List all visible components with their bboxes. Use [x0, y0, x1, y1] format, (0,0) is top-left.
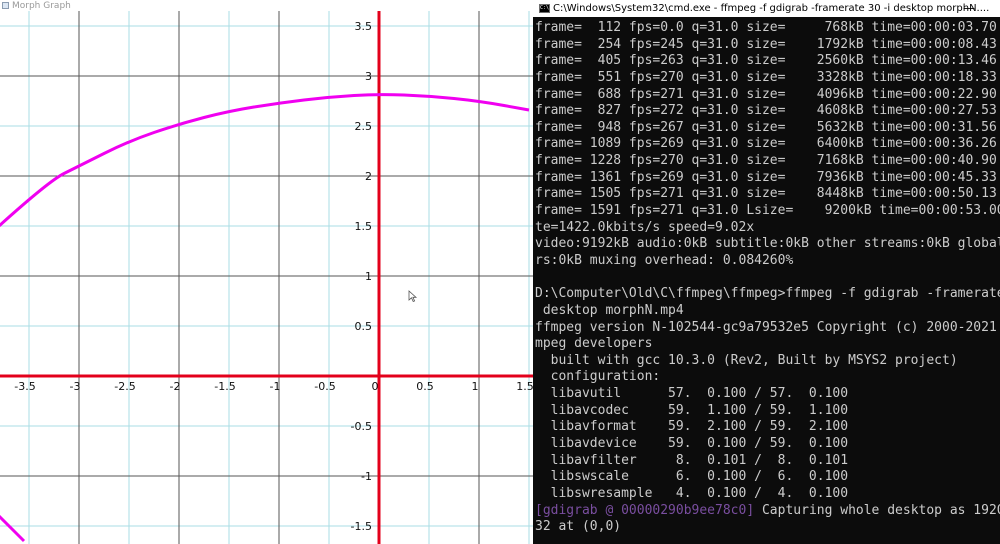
x-tick-label: -1.5 — [214, 380, 235, 393]
x-tick-label: 1 — [472, 380, 479, 393]
console-output[interactable]: frame= 112 fps=0.0 q=31.0 size= 768kB ti… — [533, 17, 1000, 536]
console-line: desktop morphN.mp4 — [535, 302, 684, 318]
console-line: frame= 254 fps=245 q=31.0 size= 1792kB t… — [535, 36, 997, 52]
x-tick-label: -3 — [70, 380, 81, 393]
cmd-app-icon: C:\ — [539, 4, 550, 13]
console-line: built with gcc 10.3.0 (Rev2, Built by MS… — [535, 352, 958, 368]
console-title-bar[interactable]: C:\ C:\Windows\System32\cmd.exe - ffmpeg… — [533, 0, 1000, 17]
mouse-pointer-icon — [408, 290, 418, 303]
console-line: libavfilter 8. 0.101 / 8. 0.101 — [535, 452, 849, 468]
console-line: libavdevice 59. 0.100 / 59. 0.100 — [535, 436, 849, 452]
minor-grid — [0, 0, 533, 544]
major-grid — [0, 0, 533, 544]
console-line: frame= 1228 fps=270 q=31.0 size= 7168kB … — [535, 153, 997, 169]
console-line: rs:0kB muxing overhead: 0.084260% — [535, 252, 794, 268]
console-line: libavcodec 59. 1.100 / 59. 1.100 — [535, 402, 849, 418]
y-tick-label: 2 — [365, 170, 372, 183]
console-line: frame= 112 fps=0.0 q=31.0 size= 768kB ti… — [535, 20, 997, 35]
y-tick-label: 0.5 — [355, 320, 373, 333]
console-warning-line: [gdigrab @ 00000290b9ee78c0] Capturing w… — [535, 503, 1000, 520]
x-tick-label: -2.5 — [114, 380, 135, 393]
console-line: libavutil 57. 0.100 / 57. 0.100 — [535, 386, 849, 402]
warning-text: Capturing whole desktop as 1920 — [754, 502, 1000, 518]
console-line: frame= 1591 fps=271 q=31.0 Lsize= 9200kB… — [535, 203, 1000, 219]
x-tick-label: -3.5 — [14, 380, 35, 393]
console-line: configuration: — [535, 369, 661, 385]
x-tick-label: 0.5 — [416, 380, 434, 393]
console-line: mpeg developers — [535, 336, 653, 352]
x-tick-label: -1 — [270, 380, 281, 393]
console-line: 32 at (0,0) — [535, 519, 622, 535]
axes — [0, 0, 533, 544]
console-line: video:9192kB audio:0kB subtitle:0kB othe… — [535, 236, 1000, 252]
y-tick-label: -1.5 — [351, 520, 372, 533]
console-line: frame= 948 fps=267 q=31.0 size= 5632kB t… — [535, 119, 997, 135]
graph-canvas[interactable]: -3.5 -3 -2.5 -2 -1.5 -1 -0.5 0 0.5 1 1.5 3.5 3 2.5 2 1.… — [0, 0, 533, 544]
console-line: frame= 405 fps=263 q=31.0 size= 2560kB t… — [535, 53, 997, 69]
y-tick-label: 1 — [365, 270, 372, 283]
morph-graph-window: Morph Graph -3.5 -3 -2.5 -2 -1.5 -1 -0.5 0 0.5 1 1… — [0, 0, 533, 544]
cmd-console-window: C:\ C:\Windows\System32\cmd.exe - ffmpeg… — [533, 0, 1000, 544]
y-tick-label: -1 — [361, 470, 372, 483]
x-tick-label: -2 — [170, 380, 181, 393]
minimize-button[interactable]: — — [962, 1, 976, 15]
console-line: frame= 1089 fps=269 q=31.0 size= 6400kB … — [535, 136, 997, 152]
console-line: libavformat 59. 2.100 / 59. 2.100 — [535, 419, 849, 435]
app-window-icon — [2, 2, 9, 9]
console-line: ffmpeg version N-102544-gc9a79532e5 Copy… — [535, 319, 997, 335]
warning-prefix: [gdigrab @ 00000290b9ee78c0] — [535, 502, 755, 518]
console-line: frame= 688 fps=271 q=31.0 size= 4096kB t… — [535, 86, 997, 102]
y-tick-label: 3.5 — [355, 20, 373, 33]
y-tick-label: -0.5 — [351, 420, 372, 433]
console-window-title: C:\Windows\System32\cmd.exe - ffmpeg -f … — [553, 3, 990, 14]
y-tick-label: 1.5 — [355, 220, 373, 233]
graph-window-title: Morph Graph — [12, 0, 71, 11]
morph-curve-lower — [0, 514, 26, 543]
console-line: libswresample 4. 0.100 / 4. 0.100 — [535, 485, 849, 501]
console-line: libswscale 6. 0.100 / 6. 0.100 — [535, 469, 849, 485]
graph-title-bar[interactable]: Morph Graph — [0, 0, 533, 11]
x-tick-label: -0.5 — [314, 380, 335, 393]
y-tick-label: 3 — [365, 70, 372, 83]
x-tick-label: 1.5 — [516, 380, 533, 393]
console-line: D:\Computer\Old\C\ffmpeg\ffmpeg>ffmpeg -… — [535, 286, 1000, 302]
console-line: te=1422.0kbits/s speed=9.02x — [535, 219, 755, 235]
console-line: frame= 551 fps=270 q=31.0 size= 3328kB t… — [535, 69, 997, 85]
console-line: frame= 1361 fps=269 q=31.0 size= 7936kB … — [535, 169, 997, 185]
console-line: frame= 1505 fps=271 q=31.0 size= 8448kB … — [535, 186, 997, 202]
y-tick-label: 2.5 — [355, 120, 373, 133]
x-tick-label: 0 — [372, 380, 379, 393]
console-line: frame= 827 fps=272 q=31.0 size= 4608kB t… — [535, 103, 997, 119]
